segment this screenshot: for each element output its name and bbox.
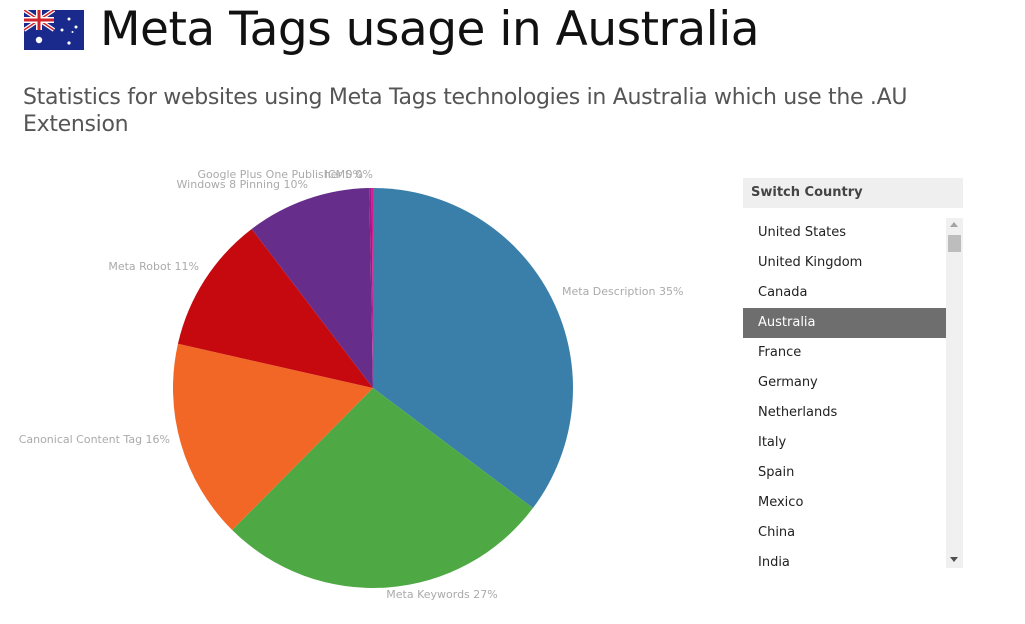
slice-label: Meta Keywords 27% bbox=[386, 588, 497, 601]
country-item[interactable]: Germany bbox=[743, 368, 946, 398]
slice-label: ICMS 0% bbox=[325, 168, 373, 181]
scroll-thumb[interactable] bbox=[948, 235, 961, 252]
slice-label: Meta Description 35% bbox=[562, 285, 683, 298]
page-title: Meta Tags usage in Australia bbox=[100, 2, 760, 57]
scroll-down-arrow-icon[interactable] bbox=[950, 557, 958, 562]
australia-flag-icon bbox=[24, 9, 84, 50]
list-scrollbar[interactable] bbox=[946, 218, 963, 568]
page-header: Meta Tags usage in Australia bbox=[24, 2, 760, 57]
country-item[interactable]: India bbox=[743, 548, 946, 568]
country-item[interactable]: Canada bbox=[743, 278, 946, 308]
slice-label: Meta Robot 11% bbox=[108, 260, 199, 273]
country-item[interactable]: Spain bbox=[743, 458, 946, 488]
country-list-box: United States United Kingdom Canada Aust… bbox=[743, 218, 963, 568]
country-switcher: Switch Country United States United King… bbox=[743, 178, 963, 568]
switcher-heading: Switch Country bbox=[743, 178, 963, 208]
country-item[interactable]: China bbox=[743, 518, 946, 548]
scroll-up-arrow-icon[interactable] bbox=[950, 222, 958, 227]
country-item[interactable]: France bbox=[743, 338, 946, 368]
pie-chart: Meta Description 35% Meta Keywords 27% Can… bbox=[0, 150, 720, 624]
country-item[interactable]: Netherlands bbox=[743, 398, 946, 428]
slice-label: Canonical Content Tag 16% bbox=[19, 433, 170, 446]
country-list[interactable]: United States United Kingdom Canada Aust… bbox=[743, 218, 946, 568]
country-item[interactable]: United Kingdom bbox=[743, 248, 946, 278]
country-item[interactable]: Mexico bbox=[743, 488, 946, 518]
country-item[interactable]: United States bbox=[743, 218, 946, 248]
country-item-selected[interactable]: Australia bbox=[743, 308, 946, 338]
pie-chart-svg: Meta Description 35% Meta Keywords 27% Can… bbox=[19, 168, 684, 601]
page-subtitle: Statistics for websites using Meta Tags … bbox=[23, 85, 908, 137]
country-item[interactable]: Italy bbox=[743, 428, 946, 458]
